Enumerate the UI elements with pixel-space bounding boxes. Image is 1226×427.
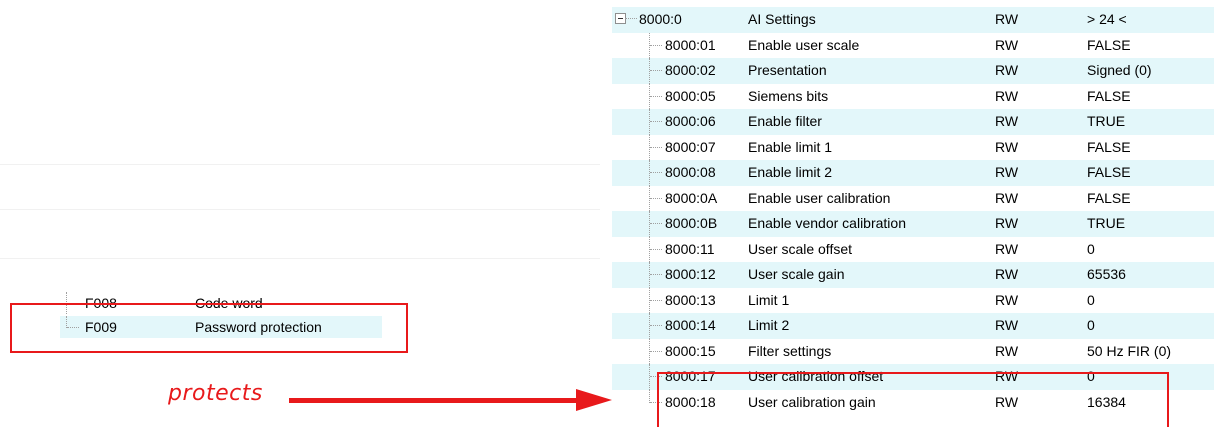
row-name: Enable limit 1 [748, 138, 833, 155]
row-index: 8000:06 [665, 113, 716, 129]
row-name: Limit 1 [748, 291, 790, 308]
row-name: Siemens bits [748, 87, 829, 104]
tree-connector [649, 83, 664, 109]
row-name: AI Settings [748, 11, 816, 27]
left-grid-line [0, 209, 600, 210]
tree-connector [649, 287, 664, 313]
row-value: 0 [1087, 291, 1095, 308]
tree-row[interactable]: 8000:07 Enable limit 1 RW FALSE [612, 134, 1214, 160]
tree-row[interactable]: 8000:08 Enable limit 2 RW FALSE [612, 160, 1214, 186]
row-flags: RW [995, 36, 1019, 53]
row-name: Limit 2 [748, 317, 790, 333]
tree-connector [649, 58, 664, 84]
row-name: Enable limit 2 [748, 164, 833, 180]
row-flags: RW [995, 11, 1019, 27]
tree-row[interactable]: 8000:14 Limit 2 RW 0 [612, 313, 1214, 339]
row-flags: RW [995, 291, 1019, 308]
row-value: FALSE [1087, 164, 1131, 180]
row-flags: RW [995, 189, 1019, 206]
row-index: 8000:12 [665, 266, 716, 282]
row-name: Filter settings [748, 342, 832, 359]
highlight-box-password [10, 303, 408, 353]
row-index: 8000:0A [665, 189, 718, 206]
tree-row[interactable]: 8000:01 Enable user scale RW FALSE [612, 32, 1214, 58]
row-name: Enable user scale [748, 36, 860, 53]
tree-connector [649, 134, 664, 160]
left-grid-line [0, 258, 600, 259]
tree-connector [649, 338, 664, 364]
row-name: Presentation [748, 62, 827, 78]
row-name: Enable user calibration [748, 189, 891, 206]
row-index: 8000:15 [665, 342, 716, 359]
row-flags: RW [995, 342, 1019, 359]
tree-row[interactable]: 8000:06 Enable filter RW TRUE [612, 109, 1214, 135]
tree-row[interactable]: 8000:02 Presentation RW Signed (0) [612, 58, 1214, 84]
tree-row[interactable]: 8000:11 User scale offset RW 0 [612, 236, 1214, 262]
tree-connector [649, 262, 664, 288]
tree-connector [649, 211, 664, 237]
row-flags: RW [995, 266, 1019, 282]
row-value: FALSE [1087, 189, 1131, 206]
row-name: Enable filter [748, 113, 822, 129]
row-index: 8000:02 [665, 62, 716, 78]
row-value: Signed (0) [1087, 62, 1152, 78]
row-flags: RW [995, 87, 1019, 104]
row-value: 65536 [1087, 266, 1126, 282]
row-name: Enable vendor calibration [748, 215, 906, 231]
row-flags: RW [995, 62, 1019, 78]
row-value: FALSE [1087, 138, 1131, 155]
protects-label: protects [168, 381, 263, 406]
arrow-shaft [289, 398, 579, 403]
row-index: 8000:01 [665, 36, 716, 53]
row-index: 8000:0B [665, 215, 718, 231]
tree-connector [649, 185, 664, 211]
row-index: 8000:0 [639, 11, 682, 27]
tree-connector [649, 313, 664, 339]
tree-connector [649, 236, 664, 262]
row-flags: RW [995, 164, 1019, 180]
tree-connector [649, 160, 664, 186]
row-flags: RW [995, 240, 1019, 257]
row-index: 8000:11 [665, 240, 715, 257]
highlight-box-calibration [657, 372, 1169, 427]
row-index: 8000:07 [665, 138, 716, 155]
row-flags: RW [995, 138, 1019, 155]
row-index: 8000:05 [665, 87, 716, 104]
tree-connector [649, 109, 664, 135]
tree-row-root[interactable]: 8000:0 AI Settings RW > 24 < [612, 7, 1214, 33]
row-value: > 24 < [1087, 11, 1127, 27]
arrow-head [576, 389, 612, 411]
tree-row[interactable]: 8000:0B Enable vendor calibration RW TRUE [612, 211, 1214, 237]
left-grid-line [0, 164, 600, 165]
settings-tree: 8000:0 AI Settings RW > 24 < 8000:01 Enab… [612, 7, 1214, 415]
tree-row[interactable]: 8000:12 User scale gain RW 65536 [612, 262, 1214, 288]
row-flags: RW [995, 113, 1019, 129]
row-index: 8000:13 [665, 291, 716, 308]
row-flags: RW [995, 215, 1019, 231]
row-index: 8000:08 [665, 164, 716, 180]
row-value: FALSE [1087, 36, 1131, 53]
row-name: User scale offset [748, 240, 853, 257]
tree-row[interactable]: 8000:0A Enable user calibration RW FALSE [612, 185, 1214, 211]
row-name: User scale gain [748, 266, 845, 282]
row-value: TRUE [1087, 215, 1126, 231]
tree-row[interactable]: 8000:15 Filter settings RW 50 Hz FIR (0) [612, 338, 1214, 364]
row-value: FALSE [1087, 87, 1131, 104]
row-value: 0 [1087, 317, 1095, 333]
row-flags: RW [995, 317, 1019, 333]
row-value: 0 [1087, 240, 1095, 257]
tree-connector [625, 18, 637, 19]
tree-row[interactable]: 8000:05 Siemens bits RW FALSE [612, 83, 1214, 109]
tree-connector [649, 32, 664, 58]
row-value: TRUE [1087, 113, 1126, 129]
row-index: 8000:14 [665, 317, 716, 333]
tree-row[interactable]: 8000:13 Limit 1 RW 0 [612, 287, 1214, 313]
row-value: 50 Hz FIR (0) [1087, 342, 1172, 359]
